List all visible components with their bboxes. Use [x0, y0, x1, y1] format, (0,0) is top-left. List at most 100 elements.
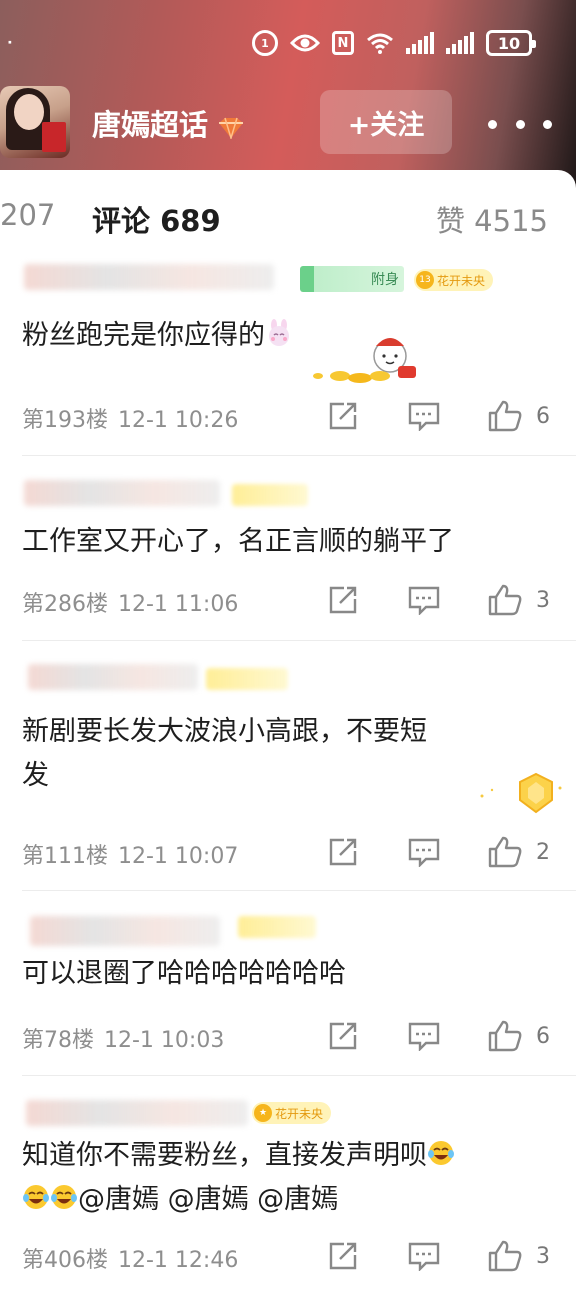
comment-icon[interactable]	[408, 1020, 440, 1052]
comment-icon[interactable]	[408, 836, 440, 868]
thumbs-up-icon	[488, 400, 522, 432]
comment-text-content: 粉丝跑完是你应得的	[22, 320, 265, 351]
like-count: 3	[536, 1243, 550, 1269]
thumbs-up-icon	[488, 1020, 522, 1052]
comment-divider	[22, 640, 576, 641]
topic-title-text: 唐嫣超话	[92, 108, 209, 142]
signal-icon	[406, 32, 434, 54]
comment-icon[interactable]	[408, 1240, 440, 1272]
comment-time: 12-1 11:06	[118, 592, 239, 617]
comment-divider	[22, 890, 576, 891]
like-button[interactable]: 3	[488, 1240, 550, 1272]
tab-likes[interactable]: 赞 4515	[436, 198, 548, 240]
comment-text: 新剧要长发大波浪小高跟，不要短 发	[22, 710, 552, 798]
comment-meta: 第78楼 12-1 10:03 6	[22, 1020, 554, 1054]
topic-header: ⠂ 1 N 10 唐嫣超话 +关注	[0, 0, 576, 190]
comment-meta: 第111楼 12-1 10:07 2	[22, 836, 554, 870]
comment-text-line: 知道你不需要粉丝，直接发声明呗	[22, 1134, 552, 1178]
like-count: 3	[536, 587, 550, 613]
blurred-username[interactable]	[26, 1100, 248, 1126]
share-icon[interactable]	[328, 1240, 358, 1272]
comment-text-content: 工作室又开心了，名正言顺的躺平了	[22, 526, 454, 557]
comment-floor-time: 第193楼 12-1 10:26	[22, 402, 238, 434]
comment-text: 粉丝跑完是你应得的	[22, 314, 552, 358]
comment-time: 12-1 12:46	[118, 1248, 239, 1273]
level-badge-label: 花开未央	[275, 1106, 324, 1121]
comment-item: 新剧要长发大波浪小高跟，不要短 发 第111楼 12-1 10:07 2	[0, 652, 576, 882]
mention-links[interactable]: @唐嫣 @唐嫣 @唐嫣	[78, 1184, 338, 1215]
level-badge-label: 花开未央	[437, 273, 486, 288]
like-count: 2	[536, 839, 550, 865]
like-count: 6	[536, 403, 550, 429]
comment-meta: 第286楼 12-1 11:06 3	[22, 584, 554, 618]
comment-floor-time: 第111楼 12-1 10:07	[22, 838, 238, 870]
share-icon[interactable]	[328, 400, 358, 432]
status-bar: ⠂ 1 N 10	[0, 22, 576, 66]
more-options-icon[interactable]	[488, 104, 552, 144]
topic-avatar[interactable]	[0, 86, 70, 158]
comment-floor-time: 第406楼 12-1 12:46	[22, 1242, 238, 1274]
comment-meta: 第406楼 12-1 12:46 3	[22, 1240, 554, 1274]
comment-item: 工作室又开心了，名正言顺的躺平了 第286楼 12-1 11:06 3	[0, 466, 576, 636]
level-badge-number: 13	[416, 271, 434, 289]
comment-item: 可以退圈了哈哈哈哈哈哈哈 第78楼 12-1 10:03 6	[0, 900, 576, 1070]
nfc-icon: N	[332, 31, 354, 55]
follow-button[interactable]: +关注	[320, 90, 452, 154]
share-icon[interactable]	[328, 1020, 358, 1052]
comment-item: ★ 花开未央 知道你不需要粉丝，直接发声明呗 @唐嫣 @唐嫣 @唐嫣 第406楼…	[0, 1090, 576, 1298]
comment-text-content: 知道你不需要粉丝，直接发声明呗	[22, 1140, 427, 1171]
comment-time: 12-1 10:07	[118, 844, 239, 869]
like-button[interactable]: 3	[488, 584, 550, 616]
blurred-username[interactable]	[24, 264, 274, 290]
blurred-badge	[232, 484, 308, 506]
wifi-icon	[366, 32, 394, 54]
laugh-cry-emoji-icon	[50, 1181, 78, 1209]
blurred-username[interactable]	[28, 664, 198, 690]
comment-meta: 第193楼 12-1 10:26 6	[22, 400, 554, 434]
blurred-badge	[206, 668, 288, 690]
tab-comments[interactable]: 评论 689	[92, 198, 221, 240]
floor-number: 第286楼	[22, 592, 108, 617]
like-button[interactable]: 6	[488, 1020, 550, 1052]
comment-floor-time: 第286楼 12-1 11:06	[22, 586, 238, 618]
comment-icon[interactable]	[408, 400, 440, 432]
thumbs-up-icon	[488, 1240, 522, 1272]
avatar-face	[14, 94, 44, 130]
share-icon[interactable]	[328, 584, 358, 616]
topic-title[interactable]: 唐嫣超话	[92, 102, 246, 144]
level-badge-star-icon: ★	[254, 1104, 272, 1122]
comment-text-line: 新剧要长发大波浪小高跟，不要短	[22, 716, 427, 747]
floor-number: 第78楼	[22, 1028, 94, 1053]
fan-badge-label: 附身	[371, 272, 399, 288]
comment-time: 12-1 10:03	[104, 1028, 225, 1053]
like-count: 6	[536, 1023, 550, 1049]
gold-medal-icon	[478, 768, 564, 818]
bunny-emoji-icon	[265, 317, 293, 346]
fortune-god-sticker-icon	[312, 332, 422, 384]
comment-text-line: @唐嫣 @唐嫣 @唐嫣	[22, 1178, 552, 1222]
thumbs-up-icon	[488, 836, 522, 868]
blurred-username[interactable]	[24, 480, 220, 506]
like-button[interactable]: 2	[488, 836, 550, 868]
comment-icon[interactable]	[408, 584, 440, 616]
signal-icon-2	[446, 32, 474, 54]
level-badge: ★ 花开未央	[252, 1102, 332, 1124]
comment-text: 可以退圈了哈哈哈哈哈哈哈	[22, 952, 552, 996]
eye-icon	[290, 33, 320, 53]
status-icons: 1 N 10	[252, 30, 536, 56]
hd-icon: 1	[252, 30, 278, 56]
fan-badge: 附身	[300, 266, 404, 292]
avatar-red-card	[42, 122, 66, 152]
comment-floor-time: 第78楼 12-1 10:03	[22, 1022, 224, 1054]
laugh-cry-emoji-icon	[427, 1137, 455, 1165]
floor-number: 第193楼	[22, 408, 108, 433]
share-icon[interactable]	[328, 836, 358, 868]
comment-time: 12-1 10:26	[118, 408, 239, 433]
level-badge: 13 花开未央	[414, 269, 494, 291]
comment-text-content: 可以退圈了哈哈哈哈哈哈哈	[22, 958, 346, 989]
like-button[interactable]: 6	[488, 400, 550, 432]
comment-text: 工作室又开心了，名正言顺的躺平了	[22, 520, 552, 564]
blurred-username[interactable]	[30, 916, 220, 946]
tab-reposts[interactable]: 207	[0, 198, 55, 232]
battery-icon: 10	[486, 30, 536, 56]
